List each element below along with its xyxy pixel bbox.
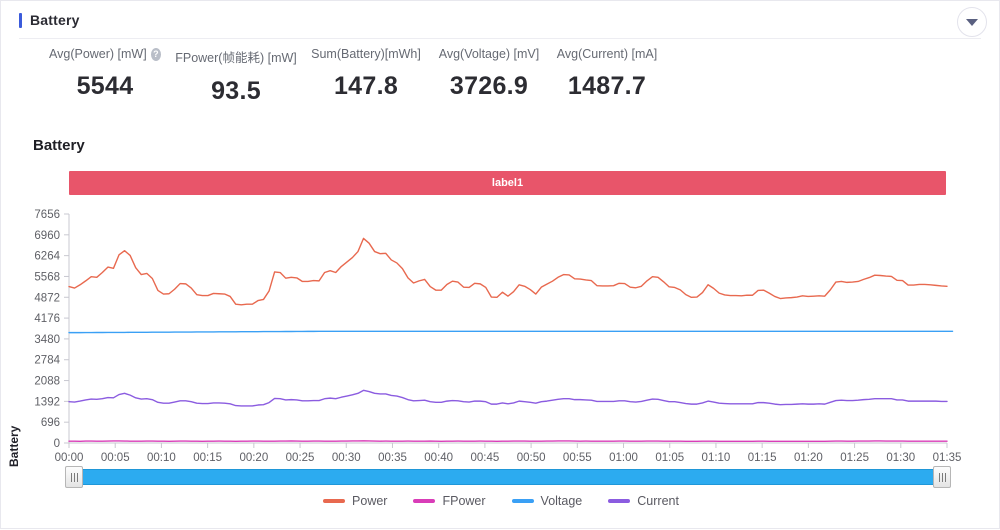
legend-label: Power — [352, 494, 387, 508]
legend-swatch-icon — [512, 499, 534, 503]
x-tick-label: 00:15 — [193, 452, 222, 461]
legend-item-current[interactable]: Current — [608, 494, 679, 508]
series-line-power — [69, 238, 947, 304]
battery-panel: Battery Avg(Power) [mW]? 5544 FPower(帧能耗) … — [0, 0, 1000, 529]
x-tick-label: 01:00 — [609, 452, 638, 461]
metric-card-0: Avg(Power) [mW]? 5544 — [49, 47, 161, 101]
y-tick-label: 3480 — [34, 334, 60, 346]
series-line-current — [69, 390, 947, 406]
legend-swatch-icon — [413, 499, 435, 503]
chart-title: Battery — [33, 137, 85, 154]
panel-header: Battery — [1, 1, 999, 39]
metric-label: Avg(Current) [mA] — [551, 47, 663, 61]
x-tick-label: 00:30 — [332, 452, 361, 461]
metrics-row: Avg(Power) [mW]? 5544 FPower(帧能耗) [mW] 93.5… — [1, 47, 1000, 119]
metric-value: 93.5 — [173, 77, 299, 106]
metric-label-text: Avg(Voltage) [mV] — [439, 47, 540, 61]
metric-card-1: FPower(帧能耗) [mW] 93.5 — [173, 47, 299, 106]
x-tick-label: 00:55 — [563, 452, 592, 461]
datazoom-slider[interactable] — [69, 466, 947, 488]
y-tick-label: 2088 — [34, 376, 60, 388]
y-tick-label: 1392 — [34, 396, 60, 408]
metric-card-4: Avg(Current) [mA] 1487.7 — [551, 47, 663, 101]
chevron-down-icon — [966, 19, 978, 26]
y-tick-label: 696 — [41, 417, 60, 429]
legend-item-power[interactable]: Power — [323, 494, 387, 508]
x-tick-label: 00:10 — [147, 452, 176, 461]
datazoom-left-handle[interactable] — [65, 466, 83, 488]
x-tick-label: 01:25 — [840, 452, 869, 461]
x-tick-label: 01:35 — [933, 452, 962, 461]
metric-label-text: Avg(Power) [mW] — [49, 47, 147, 61]
x-tick-label: 01:10 — [702, 452, 731, 461]
x-tick-label: 00:05 — [101, 452, 130, 461]
metric-label: Avg(Power) [mW]? — [49, 47, 161, 61]
metric-label: Sum(Battery)[mWh] — [305, 47, 427, 61]
y-tick-label: 6264 — [34, 251, 60, 263]
metric-card-2: Sum(Battery)[mWh] 147.8 — [305, 47, 427, 101]
y-tick-label: 4872 — [34, 292, 60, 304]
y-tick-label: 2784 — [34, 355, 60, 367]
x-tick-label: 00:45 — [471, 452, 500, 461]
metric-value: 147.8 — [305, 72, 427, 101]
x-tick-label: 00:20 — [239, 452, 268, 461]
metric-label: Avg(Voltage) [mV] — [433, 47, 545, 61]
legend-label: Current — [637, 494, 679, 508]
question-mark-icon[interactable]: ? — [151, 48, 161, 61]
metric-value: 5544 — [49, 72, 161, 101]
series-line-voltage — [69, 331, 953, 332]
x-tick-label: 01:20 — [794, 452, 823, 461]
metric-label-text: Avg(Current) [mA] — [557, 47, 658, 61]
y-tick-label: 5568 — [34, 271, 60, 283]
metric-value: 3726.9 — [433, 72, 545, 101]
y-tick-label: 0 — [54, 438, 60, 450]
y-tick-label: 6960 — [34, 230, 60, 242]
battery-chart: label1 Battery 0696139220882784348041764… — [1, 161, 1000, 530]
title-accent-bar — [19, 13, 22, 28]
legend-label: Voltage — [541, 494, 583, 508]
x-tick-label: 00:35 — [378, 452, 407, 461]
legend-item-fpower[interactable]: FPower — [413, 494, 485, 508]
x-tick-label: 00:00 — [55, 452, 84, 461]
datazoom-right-handle[interactable] — [933, 466, 951, 488]
metric-value: 1487.7 — [551, 72, 663, 101]
metric-label-text: Sum(Battery)[mWh] — [311, 47, 421, 61]
x-tick-label: 00:40 — [424, 452, 453, 461]
x-tick-label: 01:30 — [886, 452, 915, 461]
legend-label: FPower — [442, 494, 485, 508]
x-tick-label: 01:05 — [655, 452, 684, 461]
legend-swatch-icon — [323, 499, 345, 503]
datazoom-track[interactable] — [69, 469, 947, 485]
page-title: Battery — [30, 12, 80, 28]
legend-swatch-icon — [608, 499, 630, 503]
y-tick-label: 7656 — [34, 209, 60, 221]
metric-label: FPower(帧能耗) [mW] — [173, 47, 299, 66]
y-tick-label: 4176 — [34, 313, 60, 325]
x-tick-label: 00:25 — [286, 452, 315, 461]
metric-label-text: FPower(帧能耗) [mW] — [175, 47, 297, 66]
x-tick-label: 00:50 — [517, 452, 546, 461]
collapse-panel-button[interactable] — [957, 7, 987, 37]
metric-card-3: Avg(Voltage) [mV] 3726.9 — [433, 47, 545, 101]
header-divider — [19, 38, 981, 39]
plot-svg: 0 696 1392 2088 2784 3480 4176 4872 5568 6264 6960… — [1, 161, 1000, 461]
x-tick-label: 01:15 — [748, 452, 777, 461]
legend-item-voltage[interactable]: Voltage — [512, 494, 583, 508]
chart-legend: Power FPower Voltage Current — [1, 494, 1000, 508]
